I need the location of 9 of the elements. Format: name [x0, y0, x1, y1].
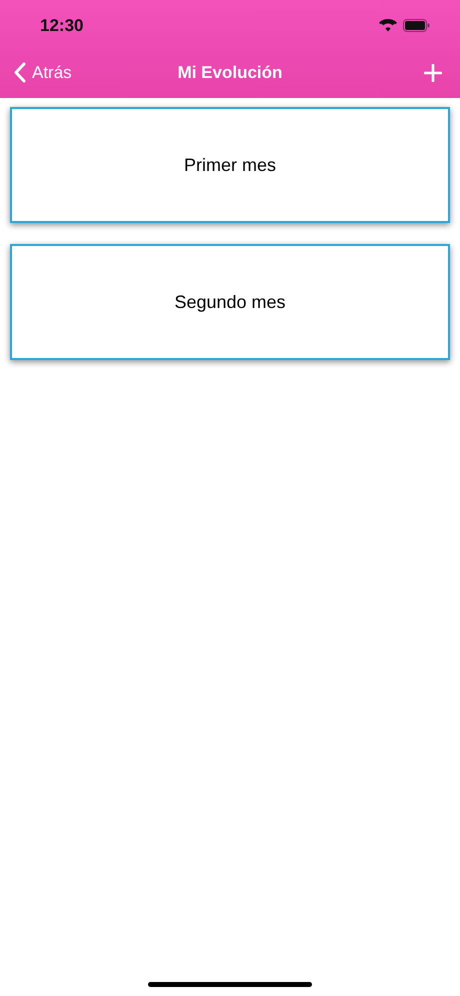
add-button[interactable] [422, 62, 444, 84]
battery-icon [403, 19, 430, 32]
plus-icon [424, 64, 442, 82]
month-card[interactable]: Primer mes [10, 107, 450, 223]
month-card[interactable]: Segundo mes [10, 244, 450, 360]
status-time: 12:30 [40, 14, 84, 37]
nav-title: Mi Evolución [178, 62, 282, 84]
chevron-left-icon [14, 62, 26, 83]
wifi-icon [379, 19, 397, 32]
